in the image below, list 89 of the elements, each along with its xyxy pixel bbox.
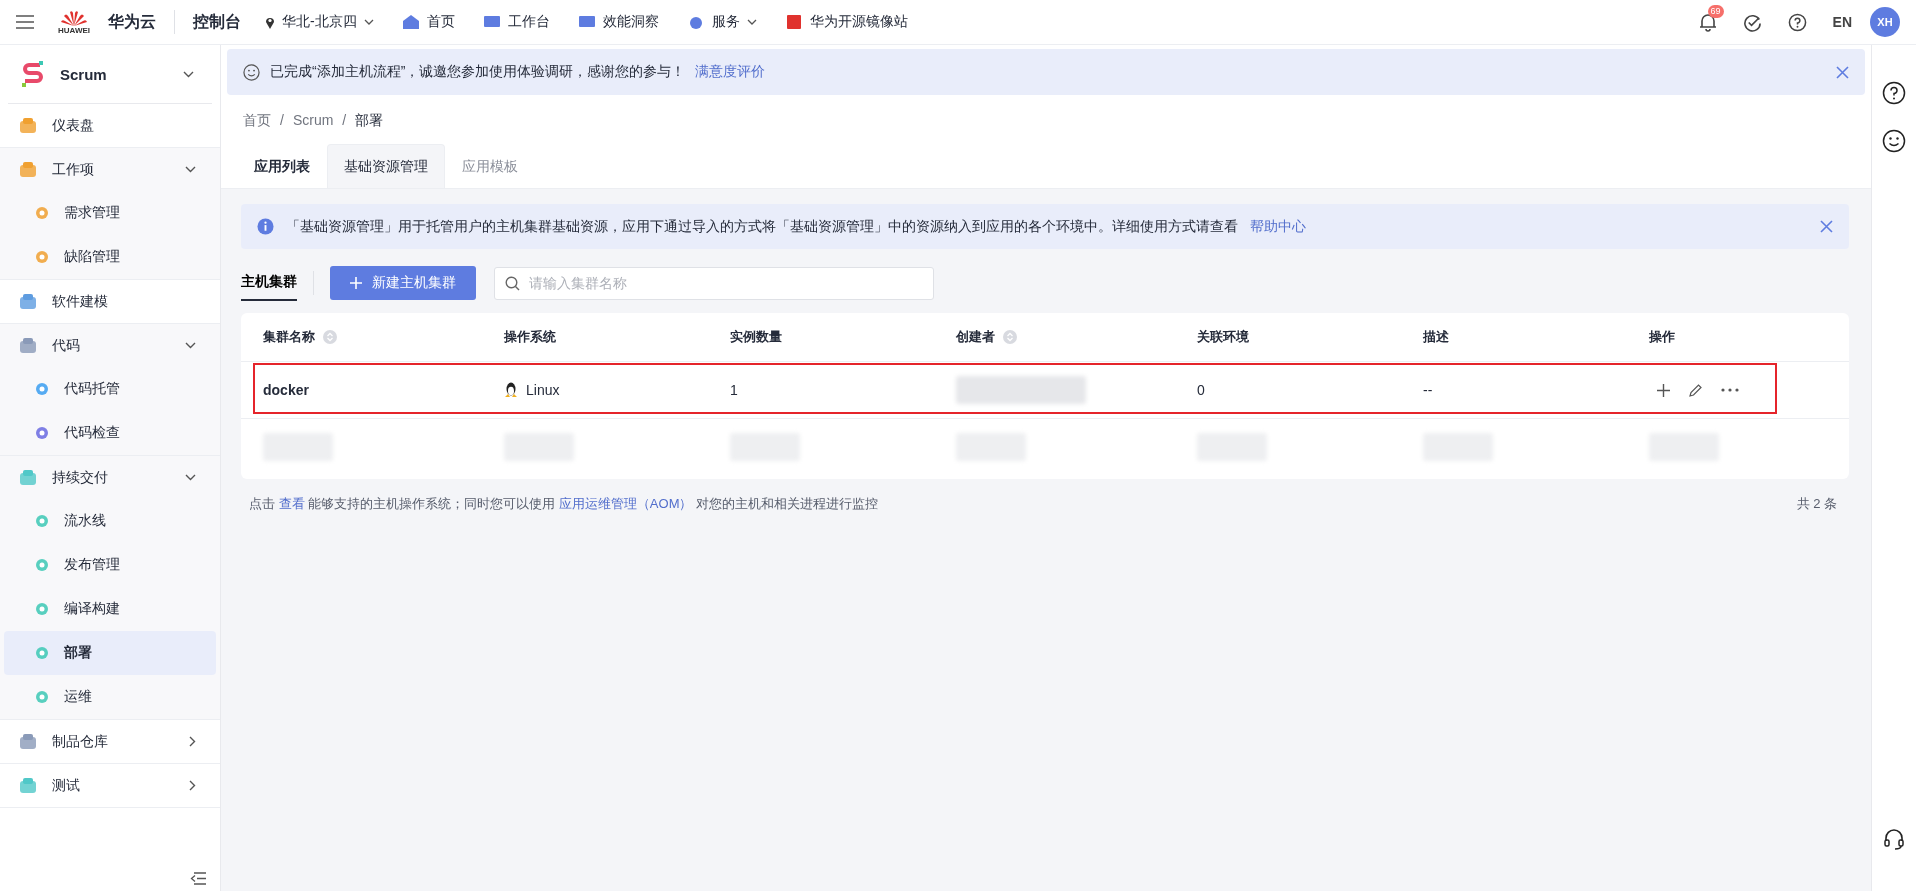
footer-link[interactable]: 查看 bbox=[278, 496, 305, 511]
plus-icon[interactable] bbox=[1657, 383, 1670, 397]
chevron-down-icon bbox=[363, 19, 374, 25]
brand-name[interactable]: 华为云 bbox=[108, 11, 156, 33]
column-header: 关联环境 bbox=[1197, 328, 1249, 346]
search-field[interactable]: 请输入集群名称 bbox=[494, 266, 934, 300]
chevron-right-icon bbox=[189, 736, 196, 747]
create-cluster-button[interactable]: 新建主机集群 bbox=[330, 266, 476, 300]
breadcrumb-item[interactable]: 首页 bbox=[243, 112, 271, 130]
breadcrumb-item: 部署 bbox=[355, 112, 384, 130]
tab[interactable]: 主机集群 bbox=[241, 265, 297, 301]
footer-note: 点击 查看 能够支持的主机操作系统；同时您可以使用 应用运维管理（AOM） 对您的主机和相关进程进行监控 bbox=[249, 495, 879, 513]
table-cell: 0 bbox=[1197, 382, 1205, 398]
alert-text: 「基础资源管理」用于托管用户的主机集群基础资源，应用下通过导入的方式将「基础资源管理」中的资源纳入到应用的各个环境中。详细使用方式请查看 bbox=[286, 217, 1238, 236]
sidebar-item[interactable]: 软件建模 bbox=[4, 280, 216, 323]
column-header: 描述 bbox=[1423, 328, 1449, 346]
search-icon bbox=[505, 275, 520, 291]
tab[interactable]: 基础资源管理 bbox=[327, 144, 445, 188]
project-logo-icon bbox=[20, 60, 46, 88]
column-header: 操作系统 bbox=[504, 328, 556, 346]
column-header: 操作 bbox=[1649, 328, 1675, 346]
column-header: 实例数量 bbox=[730, 328, 782, 346]
footer-link[interactable]: 应用运维管理（AOM） bbox=[558, 496, 693, 511]
notification-badge: 69 bbox=[1707, 5, 1724, 18]
column-header: 集群名称 bbox=[263, 328, 315, 346]
sidebar-subitem[interactable]: 编译构建 bbox=[4, 587, 216, 631]
nav-link[interactable]: 华为开源镜像站 bbox=[784, 13, 908, 31]
more-icon[interactable] bbox=[1721, 388, 1739, 392]
banner-text: 已完成“添加主机流程”，诚邀您参加使用体验调研，感谢您的参与！ bbox=[270, 63, 686, 81]
close-icon[interactable] bbox=[1836, 65, 1849, 79]
smile-icon[interactable] bbox=[1882, 129, 1906, 153]
tab[interactable]: 应用列表 bbox=[237, 144, 327, 188]
help-center-link[interactable]: 帮助中心 bbox=[1250, 217, 1306, 236]
breadcrumb-separator: / bbox=[342, 112, 347, 130]
penguin-icon bbox=[504, 382, 518, 398]
sidebar-subitem[interactable]: 部署 bbox=[4, 631, 216, 675]
nav-link[interactable]: 首页 bbox=[401, 13, 455, 31]
petal-logo-icon bbox=[61, 9, 87, 26]
language-button[interactable]: EN bbox=[1832, 14, 1852, 30]
chevron-down-icon bbox=[746, 19, 757, 25]
pencil-icon[interactable] bbox=[1688, 382, 1703, 398]
breadcrumb-item[interactable]: Scrum bbox=[292, 112, 334, 130]
info-icon bbox=[257, 218, 274, 235]
chevron-down-icon bbox=[185, 166, 196, 173]
location-pin-icon bbox=[265, 15, 275, 29]
plus-icon bbox=[350, 277, 362, 289]
sidebar-item[interactable]: 代码 bbox=[4, 324, 216, 367]
chevron-down-icon bbox=[185, 474, 196, 481]
menu-icon[interactable] bbox=[16, 15, 34, 29]
home-icon bbox=[401, 14, 420, 30]
nav-link[interactable]: 工作台 bbox=[482, 13, 550, 31]
sidebar-subitem[interactable]: 需求管理 bbox=[4, 191, 216, 235]
sidebar-item[interactable]: 制品仓库 bbox=[4, 720, 216, 763]
total-count: 共 2 条 bbox=[1796, 495, 1837, 513]
sidebar-item[interactable]: 仪表盘 bbox=[4, 104, 216, 147]
check-circle-icon[interactable] bbox=[1742, 12, 1762, 32]
headset-icon[interactable] bbox=[1883, 827, 1905, 851]
sidebar-item[interactable]: 测试 bbox=[4, 764, 216, 807]
user-avatar[interactable]: XH bbox=[1870, 7, 1900, 37]
sidebar-item[interactable]: 持续交付 bbox=[4, 456, 216, 499]
help-icon[interactable] bbox=[1882, 81, 1906, 105]
collapse-sidebar-icon[interactable] bbox=[190, 872, 206, 885]
smile-icon bbox=[243, 63, 260, 81]
table-cell: docker bbox=[263, 382, 309, 398]
sidebar-subitem[interactable]: 代码托管 bbox=[4, 367, 216, 411]
table-cell: 1 bbox=[730, 382, 738, 398]
sidebar-item[interactable]: 工作项 bbox=[4, 148, 216, 191]
help-icon[interactable] bbox=[1787, 12, 1807, 32]
region-selector[interactable]: 华北-北京四 bbox=[265, 13, 374, 31]
bell-icon[interactable] bbox=[1698, 12, 1717, 32]
close-icon[interactable] bbox=[1820, 220, 1833, 233]
nav-link[interactable]: 效能洞察 bbox=[577, 13, 659, 31]
sidebar-subitem[interactable]: 运维 bbox=[4, 675, 216, 719]
project-selector[interactable]: Scrum bbox=[8, 45, 212, 104]
console-title[interactable]: 控制台 bbox=[193, 11, 241, 33]
sidebar-subitem[interactable]: 发布管理 bbox=[4, 543, 216, 587]
table-cell: Linux bbox=[526, 382, 560, 398]
column-header: 创建者 bbox=[956, 328, 995, 346]
sidebar-subitem[interactable]: 流水线 bbox=[4, 499, 216, 543]
chevron-down-icon bbox=[185, 342, 196, 349]
nav-link[interactable]: 服务 bbox=[686, 13, 757, 31]
chevron-right-icon bbox=[189, 780, 196, 791]
survey-link[interactable]: 满意度评价 bbox=[695, 63, 766, 81]
logo-text: HUAWEI bbox=[58, 25, 90, 35]
sidebar-subitem[interactable]: 代码检查 bbox=[4, 411, 216, 455]
sidebar-subitem[interactable]: 缺陷管理 bbox=[4, 235, 216, 279]
breadcrumb-separator: / bbox=[280, 112, 284, 130]
chevron-down-icon bbox=[183, 70, 194, 78]
table-cell: -- bbox=[1423, 382, 1433, 398]
